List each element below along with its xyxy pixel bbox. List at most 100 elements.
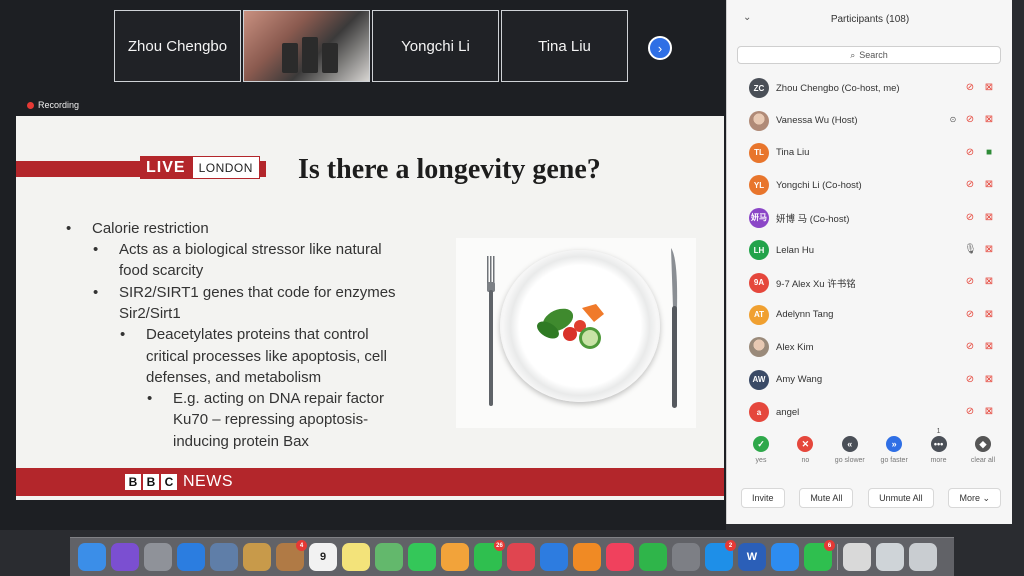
stickies-icon[interactable] [342,543,370,571]
participant-row[interactable]: Alex Kim ⊘ ⊠ [727,331,1013,363]
check-icon: ✓ [753,436,769,452]
news-icon[interactable] [507,543,535,571]
screenshot-icon[interactable] [876,543,904,571]
camera-off-icon[interactable]: ⊠ [983,244,995,256]
safari-icon[interactable] [177,543,205,571]
camera-off-icon[interactable]: ⊠ [983,212,995,224]
launchpad-icon[interactable] [144,543,172,571]
microphone-muted-icon[interactable]: ⊘ [964,114,976,126]
video-tile-0[interactable]: Zhou Chengbo [114,10,241,82]
camera-icon[interactable]: ■ [983,147,995,159]
document-icon[interactable] [843,543,871,571]
microphone-muted-icon[interactable]: ⊘ [964,179,976,191]
invite-button[interactable]: Invite [741,488,785,508]
unmute-all-button[interactable]: Unmute All [868,488,934,508]
participant-name: Vanessa Wu (Host) [776,115,858,127]
avatar [749,110,769,131]
bbc-logo: BBC [125,474,177,490]
video-content [302,37,318,73]
camera-off-icon[interactable]: ⊠ [983,406,995,418]
numbers-icon[interactable] [639,543,667,571]
books-icon[interactable] [573,543,601,571]
participant-row[interactable]: TL Tina Liu ⊘ ■ [727,137,1013,169]
mute-all-button[interactable]: Mute All [799,488,854,508]
bullet-item: • Deacetylates proteins that control [120,326,369,343]
microphone-muted-icon[interactable]: ⊘ [964,374,976,386]
app-store-icon[interactable]: 2 [705,540,736,571]
participants-title: Participants (108) [830,14,910,25]
notes-sticky-icon[interactable] [243,543,271,571]
microphone-muted-icon[interactable]: ⊘ [964,82,976,94]
calendar-icon[interactable]: 9 [309,543,337,571]
photos-icon[interactable] [441,543,469,571]
panel-actions: Invite Mute All Unmute All More ⌄ [741,488,1001,508]
search-input[interactable]: ⌕ Search [737,46,1001,64]
messages-icon[interactable] [408,543,436,571]
participant-row[interactable]: AW Amy Wang ⊘ ⊠ [727,364,1013,396]
reaction-yes-button[interactable]: ✓ yes [741,436,781,464]
dock-separator [837,544,838,570]
reaction-clear-all-button[interactable]: ◆ clear all [963,436,1003,464]
london-label: LONDON [191,156,260,179]
photos-preview-icon[interactable] [210,543,238,571]
microphone-muted-icon[interactable]: ⊘ [964,212,976,224]
record-dot-icon [27,101,34,109]
avatar: AW [749,369,769,390]
avatar: TL [749,142,769,163]
video-strip: Zhou Chengbo Yongchi Li Tina Liu [114,10,628,82]
reaction-go-slower-button[interactable]: « go slower [830,436,870,464]
contacts-icon[interactable]: 4 [276,540,307,571]
camera-off-icon[interactable]: ⊠ [983,374,995,386]
cross-icon: ✕ [797,436,814,452]
maps-icon[interactable] [375,543,403,571]
microphone-muted-icon[interactable]: ⊘ [964,309,976,321]
zoom-icon[interactable] [771,543,799,571]
more-button[interactable]: More ⌄ [948,488,1001,508]
trash-icon[interactable] [909,543,937,571]
participant-row[interactable]: 妍马 妍博 马 (Co-host) ⊘ ⊠ [727,202,1013,234]
facetime-icon[interactable]: 26 [474,540,505,571]
reaction-no-button[interactable]: ✕ no [785,436,825,464]
microphone-muted-icon[interactable]: ⊘ [964,276,976,288]
reaction-more-button[interactable]: ••• more 1 [919,428,959,464]
chevron-right-icon[interactable]: › [648,36,672,60]
camera-off-icon[interactable]: ⊠ [983,179,995,191]
camera-off-icon[interactable]: ⊠ [983,276,995,288]
screen-share-icon: ⊙ [949,115,957,125]
avatar: YL [749,175,769,196]
camera-off-icon[interactable]: ⊠ [983,82,995,94]
reaction-bar: ✓ yes ✕ no « go slower » go faster ••• more 1 ◆ clea… [741,428,1003,464]
participant-row[interactable]: LH Lelan Hu 🎙 ⊠ [727,234,1013,266]
video-tile-2[interactable]: Yongchi Li [372,10,499,82]
participant-name: Amy Wang [776,374,823,386]
participant-row[interactable]: AT Adelynn Tang ⊘ ⊠ [727,299,1013,331]
participant-row[interactable]: ZC Zhou Chengbo (Co-host, me) ⊘ ⊠ [727,72,1013,104]
microphone-muted-icon[interactable]: ⊘ [964,341,976,353]
news-label: NEWS [183,473,233,490]
video-tile-3[interactable]: Tina Liu [501,10,628,82]
keynote-icon[interactable] [540,543,568,571]
camera-off-icon[interactable]: ⊠ [983,341,995,353]
participant-row[interactable]: a angel ⊘ ⊠ [727,396,1013,428]
avatar: 妍马 [749,207,769,228]
video-tile-1[interactable] [243,10,370,82]
fast-forward-icon: » [886,436,903,452]
reaction-label: go slower [834,457,865,464]
participant-row[interactable]: 9A 9-7 Alex Xu 许书铭 ⊘ ⊠ [727,266,1013,298]
reaction-go-faster-button[interactable]: » go faster [874,436,914,464]
microphone-muted-icon[interactable]: ⊘ [964,147,976,159]
music-icon[interactable] [606,543,634,571]
camera-off-icon[interactable]: ⊠ [983,114,995,126]
camera-off-icon[interactable]: ⊠ [983,309,995,321]
system-preferences-icon[interactable] [672,543,700,571]
participant-row[interactable]: YL Yongchi Li (Co-host) ⊘ ⊠ [727,169,1013,201]
salad-icon [537,304,604,349]
microphone-icon[interactable]: 🎙 [964,244,977,256]
finder-icon[interactable] [78,543,106,571]
wechat-icon[interactable]: 6 [804,540,835,571]
siri-icon[interactable] [111,543,139,571]
word-icon[interactable]: W [738,543,766,571]
slide-title: Is there a longevity gene? [298,154,601,185]
microphone-muted-icon[interactable]: ⊘ [964,406,976,418]
participant-row[interactable]: Vanessa Wu (Host) ⊙ ⊘ ⊠ [727,104,1013,136]
